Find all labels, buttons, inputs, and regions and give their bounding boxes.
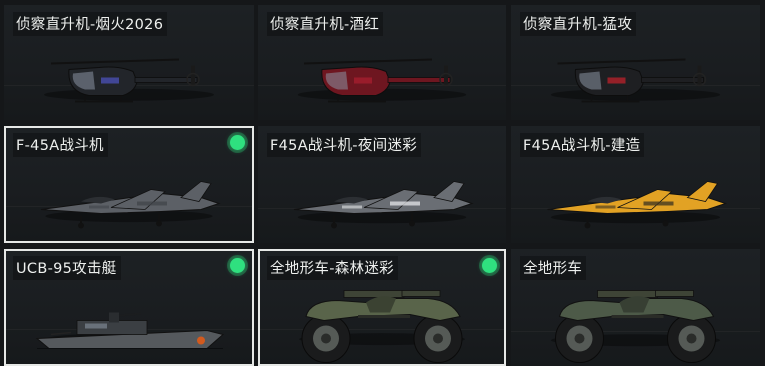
owned-indicator	[230, 258, 245, 273]
owned-indicator	[230, 135, 245, 150]
vehicle-name: 全地形车	[520, 256, 587, 280]
vehicle-card[interactable]: F45A战斗机-夜间迷彩	[258, 126, 506, 243]
vehicle-skin-grid: 侦察直升机-烟火2026 侦察直升机-酒红 侦察直升机-猛攻 F-45A战斗机 …	[0, 0, 765, 366]
vehicle-card[interactable]: 全地形车-森林迷彩	[258, 249, 506, 366]
vehicle-card[interactable]: F-45A战斗机	[4, 126, 254, 243]
vehicle-name: 侦察直升机-烟火2026	[13, 12, 168, 36]
vehicle-card[interactable]: 侦察直升机-猛攻	[511, 5, 760, 120]
vehicle-card[interactable]: F45A战斗机-建造	[511, 126, 760, 243]
vehicle-card[interactable]: 全地形车	[511, 249, 760, 366]
vehicle-name: F45A战斗机-建造	[520, 133, 645, 157]
vehicle-card[interactable]: UCB-95攻击艇	[4, 249, 254, 366]
vehicle-card[interactable]: 侦察直升机-烟火2026	[4, 5, 254, 120]
vehicle-card[interactable]: 侦察直升机-酒红	[258, 5, 506, 120]
vehicle-name: F-45A战斗机	[13, 133, 108, 157]
owned-indicator	[482, 258, 497, 273]
vehicle-name: 全地形车-森林迷彩	[267, 256, 398, 280]
vehicle-name: 侦察直升机-酒红	[267, 12, 384, 36]
vehicle-name: 侦察直升机-猛攻	[520, 12, 637, 36]
vehicle-name: F45A战斗机-夜间迷彩	[267, 133, 422, 157]
vehicle-name: UCB-95攻击艇	[13, 256, 121, 280]
